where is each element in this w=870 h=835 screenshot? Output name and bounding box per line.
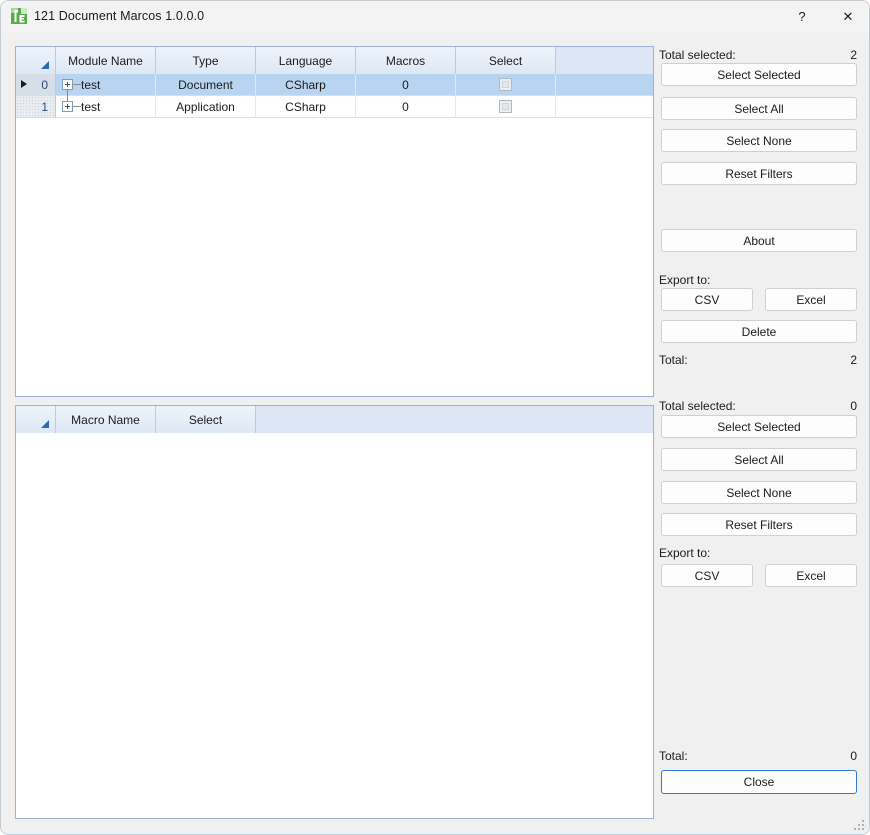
module-cell-select-1[interactable] <box>456 96 556 117</box>
module-cell-language-1[interactable]: CSharp <box>256 96 356 117</box>
module-export-excel-button[interactable]: Excel <box>765 288 857 311</box>
window-close-button[interactable]: ✕ <box>825 1 869 32</box>
module-cell-filler-0 <box>556 74 653 95</box>
close-dialog-button[interactable]: Close <box>661 770 857 794</box>
module-delete-button[interactable]: Delete <box>661 320 857 343</box>
table-row[interactable]: 0 test Document CSharp 0 <box>16 74 653 111</box>
module-total-value: 2 <box>850 353 857 367</box>
module-name-label-1: test <box>81 99 101 114</box>
module-column-header-macros[interactable]: Macros <box>356 47 456 74</box>
tree-connector-line <box>73 106 81 107</box>
macro-total-value: 0 <box>850 749 857 763</box>
module-name-label-0: test <box>81 77 101 92</box>
corner-triangle-icon <box>41 420 49 428</box>
application-window: 121 Document Marcos 1.0.0.0 ? ✕ Module N… <box>0 0 870 835</box>
module-cell-module-name-1[interactable]: test <box>56 96 156 117</box>
module-total-selected-value: 2 <box>850 48 857 62</box>
module-row-index-0: 0 <box>41 77 48 92</box>
module-cell-language-0[interactable]: CSharp <box>256 74 356 95</box>
module-total-selected-label: Total selected: <box>659 48 736 62</box>
module-grid[interactable]: Module Name Type Language Macros Select … <box>15 46 654 397</box>
macro-column-header-filler <box>256 406 653 433</box>
module-cell-module-name-0[interactable]: test <box>56 74 156 111</box>
about-button[interactable]: About <box>661 229 857 252</box>
module-row-header-1[interactable]: 1 <box>16 96 56 117</box>
macro-export-csv-button[interactable]: CSV <box>661 564 753 587</box>
macro-select-all-button[interactable]: Select All <box>661 448 857 471</box>
macro-grid-select-all-corner[interactable] <box>16 406 56 433</box>
macro-grid-header: Macro Name Select <box>16 406 653 433</box>
module-column-header-module-name[interactable]: Module Name <box>56 47 156 74</box>
tree-node-1[interactable]: test <box>56 100 100 114</box>
module-reset-filters-button[interactable]: Reset Filters <box>661 162 857 185</box>
select-checkbox-1[interactable] <box>499 100 512 113</box>
module-cell-type-0[interactable]: Document <box>156 74 256 95</box>
macro-column-header-macro-name[interactable]: Macro Name <box>56 406 156 433</box>
module-cell-filler-1 <box>556 96 653 117</box>
macro-column-header-select[interactable]: Select <box>156 406 256 433</box>
side-panel: Total selected: 2 Select Selected Select… <box>659 33 864 834</box>
module-column-header-filler <box>556 47 653 74</box>
tree-connector-line <box>73 84 81 85</box>
module-select-none-button[interactable]: Select None <box>661 129 857 152</box>
app-icon <box>10 7 28 25</box>
module-row-index-1: 1 <box>41 99 48 114</box>
macro-total-label: Total: <box>659 749 688 763</box>
title-bar: 121 Document Marcos 1.0.0.0 ? ✕ <box>1 1 869 34</box>
module-grid-header: Module Name Type Language Macros Select <box>16 47 653 74</box>
help-button[interactable]: ? <box>779 1 825 32</box>
corner-triangle-icon <box>41 61 49 69</box>
resize-grip[interactable] <box>853 819 865 831</box>
module-column-header-type[interactable]: Type <box>156 47 256 74</box>
macro-grid[interactable]: Macro Name Select <box>15 405 654 819</box>
module-cell-select-0[interactable] <box>456 74 556 95</box>
macro-select-selected-button[interactable]: Select Selected <box>661 415 857 438</box>
module-column-header-select[interactable]: Select <box>456 47 556 74</box>
select-checkbox-0[interactable] <box>499 78 512 91</box>
tree-node-0[interactable]: test <box>56 77 101 111</box>
macro-total-selected-value: 0 <box>850 399 857 413</box>
module-export-csv-button[interactable]: CSV <box>661 288 753 311</box>
module-select-all-button[interactable]: Select All <box>661 97 857 120</box>
macro-export-excel-button[interactable]: Excel <box>765 564 857 587</box>
expand-plus-icon[interactable] <box>62 101 73 112</box>
module-row-header-0[interactable]: 0 <box>16 74 56 95</box>
module-cell-macros-1[interactable]: 0 <box>356 96 456 117</box>
module-cell-macros-0[interactable]: 0 <box>356 74 456 95</box>
macro-export-to-label: Export to: <box>659 546 711 560</box>
window-title: 121 Document Marcos 1.0.0.0 <box>34 9 205 23</box>
module-column-header-language[interactable]: Language <box>256 47 356 74</box>
module-export-to-label: Export to: <box>659 273 711 287</box>
current-row-arrow-icon <box>21 80 27 88</box>
module-grid-select-all-corner[interactable] <box>16 47 56 74</box>
macro-reset-filters-button[interactable]: Reset Filters <box>661 513 857 536</box>
table-row[interactable]: 1 test Application CSharp 0 <box>16 96 653 118</box>
macro-total-selected-label: Total selected: <box>659 399 736 413</box>
client-area: Module Name Type Language Macros Select … <box>1 33 869 834</box>
module-total-label: Total: <box>659 353 688 367</box>
module-select-selected-button[interactable]: Select Selected <box>661 63 857 86</box>
module-cell-type-1[interactable]: Application <box>156 96 256 117</box>
macro-select-none-button[interactable]: Select None <box>661 481 857 504</box>
